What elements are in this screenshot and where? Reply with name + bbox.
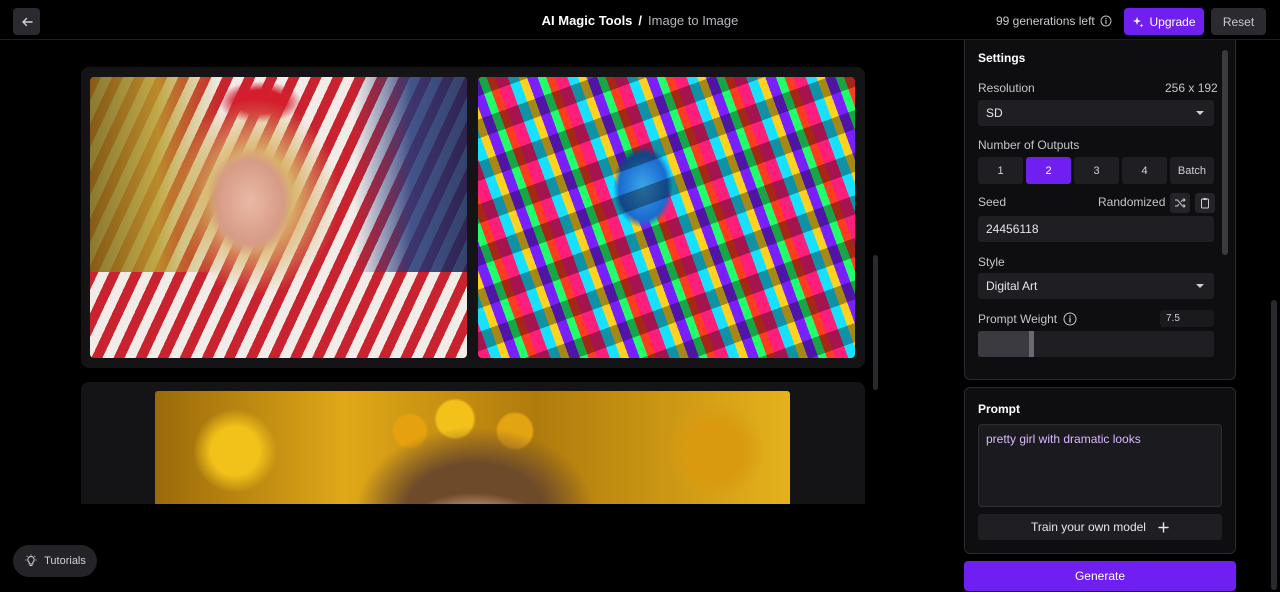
prompt-textarea[interactable]: pretty girl with dramatic looks	[978, 424, 1222, 507]
outputs-option-2[interactable]: 2	[1026, 157, 1071, 184]
source-image[interactable]	[155, 391, 790, 504]
lightbulb-icon	[25, 554, 37, 566]
outputs-label: Number of Outputs	[978, 138, 1080, 152]
reset-button[interactable]: Reset	[1211, 8, 1266, 35]
resolution-select[interactable]: SD	[978, 100, 1214, 126]
generated-image-1[interactable]	[90, 77, 467, 358]
sparkle-icon	[1133, 16, 1144, 27]
seed-input[interactable]: 24456118	[978, 216, 1214, 242]
outputs-option-4[interactable]: 4	[1122, 157, 1167, 184]
randomize-seed-button[interactable]	[1170, 193, 1190, 213]
clipboard-icon	[1201, 198, 1209, 209]
plus-icon	[1158, 521, 1169, 533]
style-label: Style	[978, 255, 1005, 269]
tutorials-label: Tutorials	[44, 555, 86, 567]
gallery-scrollbar[interactable]	[873, 255, 878, 390]
resolution-label: Resolution	[978, 81, 1035, 95]
chevron-down-icon	[1196, 284, 1204, 288]
breadcrumb-root[interactable]: AI Magic Tools	[542, 13, 633, 28]
train-model-label: Train your own model	[1031, 520, 1146, 534]
tutorials-button[interactable]: Tutorials	[13, 545, 97, 577]
seed-label: Seed	[978, 195, 1007, 209]
upgrade-label: Upgrade	[1149, 14, 1196, 29]
resolution-selected: SD	[986, 106, 1003, 120]
generation-card-1	[81, 67, 865, 368]
outputs-option-3[interactable]: 3	[1074, 157, 1119, 184]
prompt-weight-slider[interactable]	[978, 331, 1214, 357]
breadcrumb-separator: /	[638, 13, 643, 28]
prompt-weight-thumb[interactable]	[1029, 331, 1034, 357]
prompt-weight-input[interactable]: 7.5	[1160, 310, 1214, 327]
prompt-weight-label: Prompt Weight	[978, 312, 1077, 326]
settings-heading: Settings	[978, 51, 1026, 65]
generations-left-text: 99 generations left	[996, 14, 1095, 28]
style-select[interactable]: Digital Art	[978, 273, 1214, 299]
outputs-option-batch[interactable]: Batch	[1170, 157, 1214, 184]
settings-scrollbar[interactable]	[1222, 50, 1228, 255]
page-scrollbar[interactable]	[1271, 300, 1277, 590]
prompt-heading: Prompt	[978, 402, 1020, 416]
info-icon[interactable]	[1063, 312, 1077, 326]
resolution-value: 256 x 192	[1165, 81, 1218, 95]
chevron-down-icon	[1196, 111, 1204, 115]
copy-seed-button[interactable]	[1195, 193, 1215, 213]
style-selected: Digital Art	[986, 279, 1038, 293]
generation-card-2	[81, 382, 865, 504]
generations-counter: 99 generations left	[996, 14, 1112, 28]
seed-value: 24456118	[986, 222, 1039, 236]
info-icon[interactable]	[1100, 15, 1112, 27]
outputs-option-1[interactable]: 1	[978, 157, 1023, 184]
seed-mode: Randomized	[1098, 195, 1166, 209]
breadcrumb-current: Image to Image	[648, 13, 739, 28]
top-bar: AI Magic Tools / Image to Image 99 generat…	[0, 0, 1280, 40]
shuffle-icon	[1175, 198, 1186, 208]
upgrade-button[interactable]: Upgrade	[1124, 8, 1204, 35]
train-model-button[interactable]: Train your own model	[978, 514, 1222, 540]
prompt-weight-fill	[978, 331, 1032, 357]
generated-image-2[interactable]	[478, 77, 855, 358]
generate-button[interactable]: Generate	[964, 561, 1236, 591]
prompt-weight-text: Prompt Weight	[978, 312, 1058, 326]
